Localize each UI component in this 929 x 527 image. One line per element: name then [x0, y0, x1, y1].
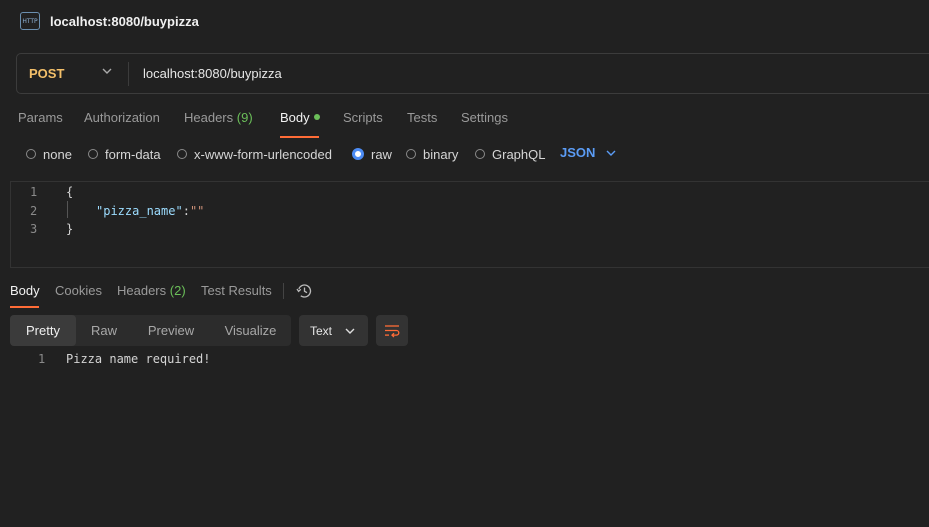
url-input[interactable]: localhost:8080/buypizza — [143, 66, 282, 81]
radio-urlencoded[interactable]: x-www-form-urlencoded — [177, 145, 332, 163]
view-raw-button[interactable]: Raw — [76, 315, 132, 346]
code-close-brace: } — [66, 222, 74, 236]
tab-headers[interactable]: Headers (9) — [184, 110, 253, 125]
radio-form-data[interactable]: form-data — [88, 145, 161, 163]
active-dot-icon — [313, 114, 320, 120]
response-line-number: 1 — [38, 352, 46, 366]
active-response-tab-underline — [10, 306, 39, 308]
tab-headers-label: Headers — [184, 110, 234, 125]
response-format-label: Text — [310, 324, 333, 338]
url-bar: POST localhost:8080/buypizza — [16, 53, 929, 94]
response-tab-cookies[interactable]: Cookies — [55, 283, 102, 298]
wrap-lines-icon — [385, 325, 400, 338]
radio-none[interactable]: none — [26, 145, 72, 163]
indent-guide — [67, 201, 68, 218]
url-divider — [128, 62, 129, 86]
line-number: 2 — [30, 204, 38, 218]
chevron-down-icon[interactable] — [605, 147, 617, 159]
radio-label: form-data — [105, 146, 161, 162]
response-tab-headers-label: Headers — [117, 283, 167, 298]
radio-label: x-www-form-urlencoded — [194, 146, 332, 162]
response-tab-headers-count: (2) — [169, 283, 186, 298]
response-view-modes: Pretty Raw Preview Visualize — [10, 315, 291, 346]
line-number: 1 — [30, 185, 38, 199]
json-key: "pizza_name" — [96, 204, 183, 218]
chevron-down-icon — [345, 328, 355, 334]
radio-label: GraphQL — [492, 146, 546, 162]
tab-headers-count: (9) — [236, 110, 253, 125]
request-body-editor[interactable] — [10, 181, 929, 268]
wrap-lines-button[interactable] — [376, 315, 408, 346]
response-tab-body[interactable]: Body — [10, 283, 40, 298]
tab-authorization[interactable]: Authorization — [84, 110, 160, 125]
radio-graphql[interactable]: GraphQL — [475, 145, 545, 163]
tab-settings[interactable]: Settings — [461, 110, 508, 125]
raw-format-select[interactable]: JSON — [560, 145, 595, 160]
radio-circle-icon — [88, 149, 98, 159]
history-icon[interactable] — [296, 283, 312, 299]
http-icon: HTTP — [20, 12, 40, 30]
radio-label: binary — [423, 146, 459, 162]
method-select[interactable]: POST — [29, 66, 64, 81]
radio-label: none — [43, 146, 72, 162]
divider — [283, 283, 284, 299]
view-visualize-button[interactable]: Visualize — [210, 315, 291, 346]
code-open-brace: { — [66, 185, 74, 199]
tab-scripts[interactable]: Scripts — [343, 110, 383, 125]
active-tab-underline — [280, 136, 319, 138]
tab-body[interactable]: Body — [280, 110, 320, 125]
response-tab-headers[interactable]: Headers (2) — [117, 283, 186, 298]
response-tab-test-results[interactable]: Test Results — [201, 283, 272, 298]
radio-circle-icon — [406, 149, 416, 159]
response-body-text: Pizza name required! — [66, 352, 211, 366]
response-format-select[interactable]: Text — [299, 315, 368, 346]
request-tab-header: HTTP localhost:8080/buypizza — [0, 0, 929, 42]
chevron-down-icon[interactable] — [101, 65, 113, 77]
radio-selected-icon — [352, 148, 364, 160]
code-line-key: "pizza_name":"" — [96, 204, 204, 218]
radio-circle-icon — [475, 149, 485, 159]
radio-circle-icon — [26, 149, 36, 159]
radio-label: raw — [371, 146, 392, 162]
radio-binary[interactable]: binary — [406, 145, 458, 163]
line-number: 3 — [30, 222, 38, 236]
radio-circle-icon — [177, 149, 187, 159]
view-pretty-button[interactable]: Pretty — [10, 315, 76, 346]
json-value: "" — [189, 204, 205, 218]
tab-body-label: Body — [280, 110, 310, 125]
view-preview-button[interactable]: Preview — [132, 315, 210, 346]
json-colon: : — [182, 204, 190, 218]
tab-params[interactable]: Params — [18, 110, 63, 125]
tab-tests[interactable]: Tests — [407, 110, 437, 125]
radio-raw[interactable]: raw — [352, 145, 392, 163]
request-tab-title[interactable]: localhost:8080/buypizza — [50, 14, 199, 29]
